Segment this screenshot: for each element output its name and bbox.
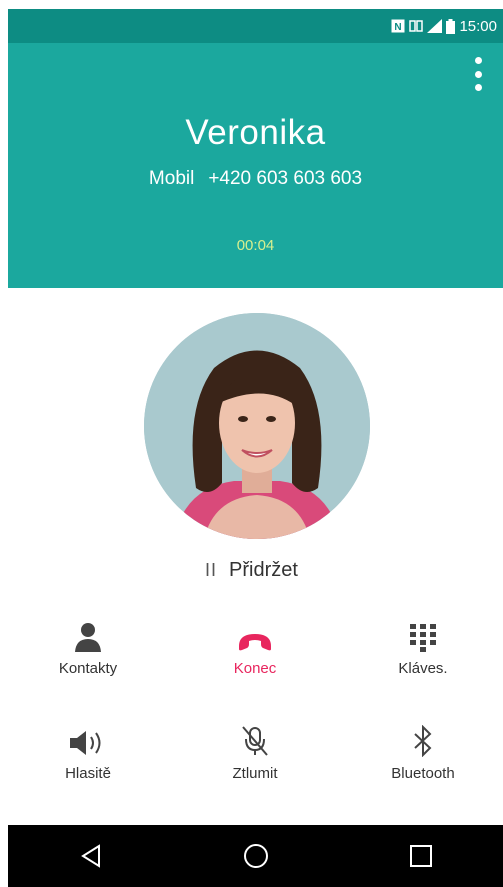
navigation-bar	[8, 825, 503, 887]
keypad-icon	[343, 610, 503, 652]
hold-label: Přidržet	[229, 559, 298, 581]
svg-text:N: N	[395, 22, 402, 33]
contacts-label: Kontakty	[58, 660, 118, 677]
home-icon[interactable]	[226, 836, 286, 876]
number-type: Mobil	[148, 168, 195, 189]
caller-number-line: Mobil +420 603 603 603	[8, 168, 503, 190]
signal-icon	[427, 19, 443, 33]
speaker-icon	[8, 715, 168, 757]
status-bar: N 15:00	[8, 9, 503, 43]
hold-button[interactable]: II Přidržet	[0, 559, 503, 582]
caller-name: Veronika	[185, 113, 326, 152]
keypad-label: Kláves.	[398, 660, 448, 677]
mute-button[interactable]: Ztlumit	[175, 715, 335, 782]
speaker-button[interactable]: Hlasitě	[8, 715, 168, 782]
more-options-icon[interactable]	[473, 57, 483, 91]
back-icon[interactable]	[61, 836, 121, 876]
end-call-icon	[175, 610, 335, 652]
call-header: Veronika Mobil +420 603 603 603 00:04	[8, 43, 503, 288]
battery-icon	[446, 18, 456, 34]
dual-sim-icon	[409, 19, 424, 33]
contacts-button[interactable]: Kontakty	[8, 610, 168, 677]
bluetooth-icon	[343, 715, 503, 757]
speaker-label: Hlasitě	[65, 765, 111, 782]
contacts-icon	[8, 610, 168, 652]
end-call-label: Konec	[233, 660, 277, 677]
status-time: 15:00	[459, 17, 497, 35]
mute-icon	[175, 715, 335, 757]
mute-label: Ztlumit	[232, 765, 278, 782]
end-call-button[interactable]: Konec	[175, 610, 335, 677]
bluetooth-button[interactable]: Bluetooth	[343, 715, 503, 782]
nfc-icon: N	[391, 19, 405, 33]
recent-apps-icon[interactable]	[391, 836, 451, 876]
call-timer: 00:04	[236, 237, 275, 254]
bluetooth-label: Bluetooth	[391, 765, 455, 782]
contact-avatar	[144, 313, 370, 539]
pause-icon: II	[205, 560, 218, 580]
keypad-button[interactable]: Kláves.	[343, 610, 503, 677]
caller-number: +420 603 603 603	[208, 168, 363, 189]
